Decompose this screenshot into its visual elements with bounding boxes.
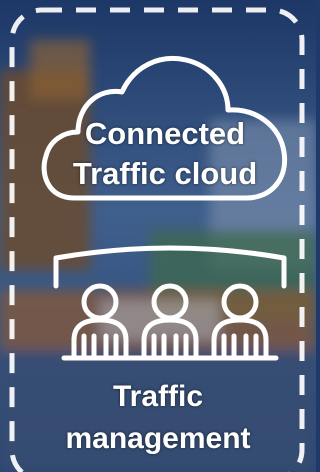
traffic-panel: Connected Traffic cloud Traffic manageme… — [0, 0, 316, 472]
management-label: Traffic management — [20, 376, 296, 460]
cloud-label-line1: Connected — [84, 116, 246, 151]
management-label-line1: Traffic — [112, 380, 204, 413]
cloud-label-line2: Traffic cloud — [72, 156, 258, 191]
cloud-label: Connected Traffic cloud — [34, 114, 296, 194]
management-label-line2: management — [65, 422, 251, 455]
people-at-table-icon — [53, 245, 287, 361]
